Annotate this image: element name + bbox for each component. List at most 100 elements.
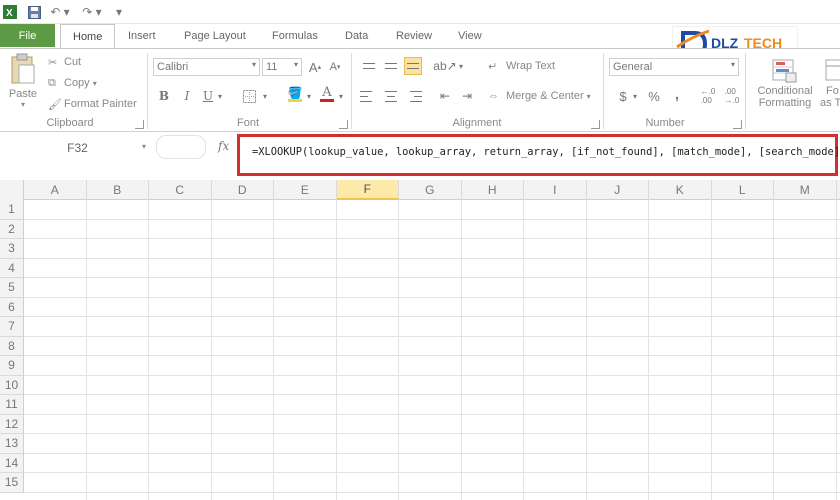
row-header-15[interactable]: 15 — [0, 473, 24, 493]
formula-input-highlight[interactable]: =XLOOKUP(lookup_value, lookup_array, ret… — [237, 134, 840, 176]
copy-button[interactable]: ⧉ Copy ▾ — [48, 74, 97, 92]
row-header-13[interactable]: 13 — [0, 434, 24, 454]
select-all-corner[interactable] — [0, 180, 24, 200]
font-group-label: Font — [236, 117, 259, 129]
number-format-combo[interactable]: General ▾ — [609, 58, 739, 76]
name-box[interactable]: F32 — [0, 137, 155, 159]
fill-color-icon[interactable]: 🪣 — [286, 85, 304, 103]
format-painter-label: Format Painter — [64, 98, 137, 110]
merge-icon: ⇔ — [488, 90, 499, 102]
row-header-8[interactable]: 8 — [0, 336, 24, 356]
column-header-e[interactable]: E — [274, 180, 337, 200]
clipboard-launcher[interactable] — [135, 120, 144, 129]
tab-view[interactable]: View — [458, 24, 482, 48]
merge-center-button[interactable]: ⇔ Merge & Center ▾ — [488, 87, 591, 105]
align-bottom-icon[interactable] — [404, 57, 422, 75]
italic-button[interactable]: I — [178, 87, 196, 105]
number-launcher[interactable] — [733, 120, 742, 129]
comma-button[interactable]: , — [668, 85, 686, 103]
ribbon-home: Paste ▾ ✂ Cut ⧉ Copy ▾ 🖌 Format Painter … — [0, 48, 840, 132]
align-middle-icon[interactable] — [382, 57, 400, 75]
chevron-down-icon[interactable]: ▾ — [630, 87, 640, 105]
name-box-dropdown-icon[interactable]: ▾ — [142, 142, 146, 151]
undo-icon[interactable]: ↶ ▾ — [48, 4, 72, 20]
row-gridline — [24, 335, 840, 337]
column-gridline — [273, 200, 274, 500]
row-header-12[interactable]: 12 — [0, 414, 24, 434]
decrease-indent-icon[interactable]: ⇤ — [436, 87, 454, 105]
orientation-icon[interactable]: ab↗ — [433, 57, 456, 75]
font-size-combo[interactable]: 11 ▾ — [262, 58, 302, 76]
cut-button[interactable]: ✂ Cut — [48, 53, 81, 71]
align-right-icon[interactable] — [404, 87, 422, 105]
increase-indent-icon[interactable]: ⇥ — [458, 87, 476, 105]
format-painter-button[interactable]: 🖌 Format Painter — [48, 95, 137, 113]
font-launcher[interactable] — [339, 120, 348, 129]
decrease-decimal-icon[interactable]: .00 →.0 — [722, 87, 742, 105]
redo-icon[interactable]: ↷ ▾ — [80, 4, 104, 20]
align-top-icon[interactable] — [360, 57, 378, 75]
column-header-l[interactable]: L — [712, 180, 774, 200]
tab-data[interactable]: Data — [345, 24, 368, 48]
save-icon[interactable] — [26, 4, 42, 20]
column-header-a[interactable]: A — [24, 180, 87, 200]
wrap-text-button[interactable]: ↵ Wrap Text — [488, 57, 555, 75]
increase-decimal-icon[interactable]: ←.0.00 — [698, 87, 718, 105]
row-header-6[interactable]: 6 — [0, 297, 24, 317]
percent-button[interactable]: % — [645, 87, 663, 105]
row-header-11[interactable]: 11 — [0, 395, 24, 415]
tab-page-layout[interactable]: Page Layout — [184, 24, 246, 48]
row-header-5[interactable]: 5 — [0, 278, 24, 298]
column-gridline — [460, 200, 462, 500]
column-header-j[interactable]: J — [587, 180, 649, 200]
chevron-down-icon[interactable]: ▾ — [260, 87, 270, 105]
row-header-9[interactable]: 9 — [0, 356, 24, 376]
row-header-4[interactable]: 4 — [0, 258, 24, 278]
grow-font-icon[interactable]: A ▴ — [306, 58, 324, 76]
column-header-d[interactable]: D — [212, 180, 274, 200]
column-header-g[interactable]: G — [399, 180, 462, 200]
tab-review[interactable]: Review — [396, 24, 432, 48]
tab-file[interactable]: File — [0, 24, 55, 47]
row-header-3[interactable]: 3 — [0, 239, 24, 259]
column-header-f[interactable]: F — [336, 180, 399, 200]
column-header-i[interactable]: I — [524, 180, 587, 200]
paste-button[interactable]: Paste ▾ — [6, 53, 40, 113]
alignment-launcher[interactable] — [591, 120, 600, 129]
row-header-10[interactable]: 10 — [0, 375, 24, 395]
chevron-down-icon[interactable]: ▾ — [304, 87, 314, 105]
worksheet-grid[interactable]: ABCDEFGHIJKLM 1 2 3 4 5 6 7 8 9 10 11 12 13 14 15 — [0, 180, 840, 500]
tab-formulas[interactable]: Formulas — [272, 24, 318, 48]
column-header-c[interactable]: C — [149, 180, 212, 200]
row-header-7[interactable]: 7 — [0, 317, 24, 337]
row-header-1[interactable]: 1 — [0, 200, 24, 220]
conditional-formatting-button[interactable]: Conditional Formatting — [750, 59, 820, 117]
insert-function-icon[interactable]: fx — [218, 139, 229, 153]
format-as-table-button[interactable]: Fo as T — [820, 59, 840, 117]
tab-home[interactable]: Home — [60, 24, 116, 49]
align-center-icon[interactable] — [382, 87, 400, 105]
paste-label: Paste — [8, 88, 38, 100]
borders-icon[interactable] — [240, 87, 258, 105]
chevron-down-icon[interactable]: ▾ — [336, 87, 346, 105]
formula-input[interactable]: =XLOOKUP(lookup_value, lookup_array, ret… — [252, 146, 840, 158]
row-header-2[interactable]: 2 — [0, 219, 24, 239]
align-left-icon[interactable] — [360, 87, 378, 105]
column-header-b[interactable]: B — [87, 180, 149, 200]
shrink-font-icon[interactable]: A ▾ — [326, 58, 344, 76]
font-name-combo[interactable]: Calibri ▾ — [153, 58, 260, 76]
row-gridline — [24, 238, 840, 239]
column-header-m[interactable]: M — [774, 180, 837, 200]
chevron-down-icon[interactable]: ▾ — [456, 57, 466, 75]
column-header-h[interactable]: H — [462, 180, 524, 200]
font-color-icon[interactable]: A — [318, 85, 336, 103]
column-gridline — [648, 200, 649, 500]
row-header-14[interactable]: 14 — [0, 453, 24, 473]
cut-label: Cut — [64, 56, 82, 68]
tab-insert[interactable]: Insert — [128, 24, 156, 48]
column-header-k[interactable]: K — [649, 180, 712, 200]
customize-icon[interactable]: ▾ — [112, 4, 126, 20]
bold-button[interactable]: B — [155, 87, 173, 105]
excel-icon[interactable]: X — [2, 4, 18, 20]
chevron-down-icon[interactable]: ▾ — [215, 87, 225, 105]
